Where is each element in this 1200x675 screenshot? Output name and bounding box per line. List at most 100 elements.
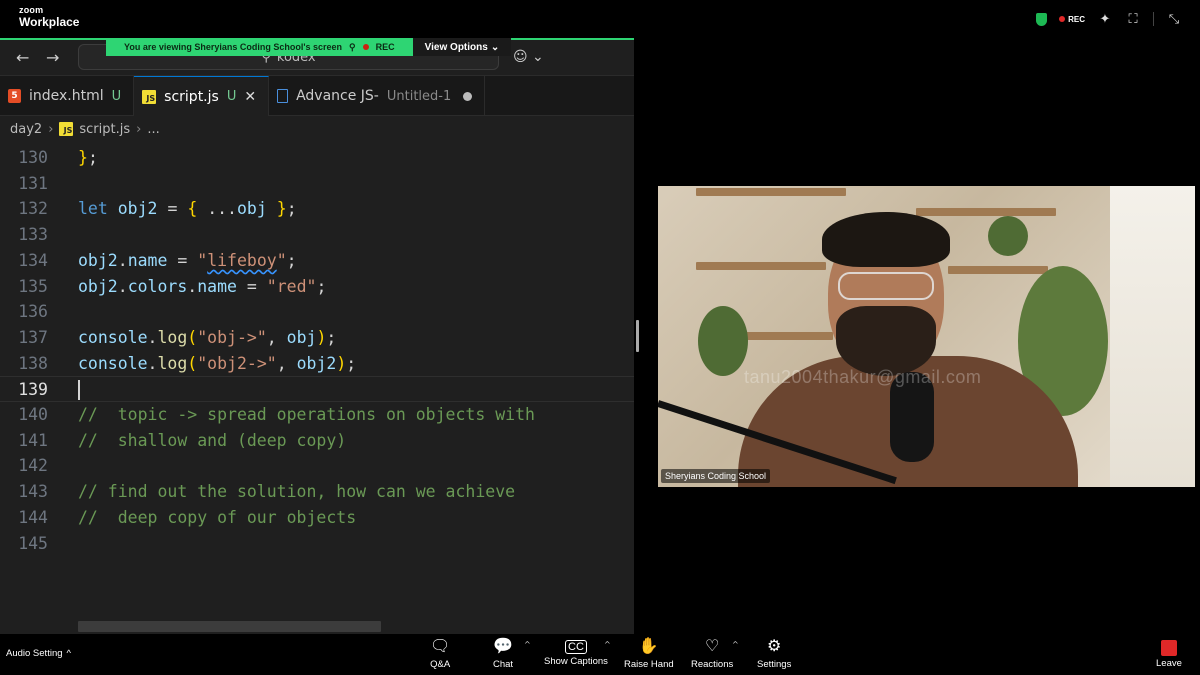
breadcrumb-folder[interactable]: day2: [10, 122, 42, 137]
code-line[interactable]: 140 // topic -> spread operations on obje…: [0, 402, 634, 428]
line-number: 139: [18, 380, 48, 400]
banner-rec-label: REC: [375, 42, 395, 52]
horizontal-scrollbar[interactable]: [78, 621, 381, 632]
chat-button[interactable]: 💬 Chat: [493, 637, 513, 670]
code-line[interactable]: 141 // shallow and (deep copy): [0, 428, 634, 454]
participant-video[interactable]: tanu2004thakur@gmail.com Sheryians Codin…: [658, 186, 1195, 487]
line-number: 135: [18, 276, 48, 296]
html-file-icon: 5: [8, 89, 21, 103]
layout-icon[interactable]: ⛶: [1125, 12, 1141, 27]
plant: [988, 216, 1028, 256]
code-line[interactable]: 138 console.log("obj2->", obj2);: [0, 351, 634, 377]
chevron-down-icon: ⌄: [490, 41, 500, 53]
code-text: console.log("obj2->", obj2);: [78, 353, 357, 373]
shield-icon[interactable]: [1036, 12, 1048, 26]
js-file-icon: JS: [142, 89, 157, 104]
line-number: 133: [18, 225, 48, 245]
code-text: let obj2 = { ...obj };: [78, 199, 297, 219]
chevron-up-icon[interactable]: ^: [604, 640, 611, 649]
viewing-text: You are viewing Sheryians Coding School'…: [124, 42, 343, 52]
forward-arrow-icon[interactable]: →: [46, 48, 59, 67]
back-arrow-icon[interactable]: ←: [16, 48, 29, 67]
chat-label: Chat: [493, 659, 514, 670]
line-number: 136: [18, 302, 48, 322]
line-number: 140: [18, 405, 48, 424]
code-line[interactable]: 132 let obj2 = { ...obj };: [0, 196, 634, 222]
tab-index-html[interactable]: 5 index.html U: [0, 76, 135, 116]
code-line[interactable]: 139: [0, 376, 634, 402]
line-number: 134: [18, 250, 48, 270]
breadcrumb-more[interactable]: ...: [147, 122, 159, 137]
shelf: [916, 208, 1056, 216]
vertical-scrollbar[interactable]: [636, 320, 639, 352]
tab-untitled[interactable]: Advance JS- Untitled-1: [269, 76, 486, 116]
chevron-up-icon[interactable]: ^: [524, 640, 531, 649]
tab-label: Advance JS-: [296, 88, 379, 104]
unsaved-dot-icon[interactable]: [463, 91, 473, 101]
brand-large: Workplace: [19, 15, 80, 29]
code-line[interactable]: 134 obj2.name = "lifeboy";: [0, 248, 634, 274]
code-line[interactable]: 145: [0, 531, 634, 557]
plant: [698, 306, 748, 376]
code-line[interactable]: 142: [0, 453, 634, 479]
tab-script-js[interactable]: JS script.js U ✕: [134, 76, 270, 116]
zoom-logo: zoom Workplace: [19, 6, 80, 29]
code-line[interactable]: 144 // deep copy of our objects: [0, 505, 634, 531]
meeting-toolbar: Audio Setting ^ 🗨 Q&A 💬 Chat ^ CC Show C…: [0, 634, 1200, 675]
leave-button[interactable]: Leave: [1156, 637, 1182, 669]
js-file-icon: JS: [59, 122, 74, 136]
leave-icon: [1160, 640, 1177, 656]
raise-hand-button[interactable]: ✋ Raise Hand: [624, 637, 674, 670]
shelf: [696, 262, 826, 270]
tab-status: U: [226, 89, 237, 104]
close-icon[interactable]: ✕: [244, 89, 256, 105]
code-text: // topic -> spread operations on objects…: [78, 405, 535, 424]
show-captions-button[interactable]: CC Show Captions: [544, 637, 608, 667]
zoom-top-bar: zoom Workplace REC ✦ ⛶ ⤡: [0, 0, 1200, 38]
tab-label: script.js: [164, 88, 219, 105]
shelf: [696, 188, 846, 196]
settings-button[interactable]: ⚙ Settings: [757, 637, 791, 670]
code-line[interactable]: 135 obj2.colors.name = "red";: [0, 274, 634, 300]
window: [1110, 186, 1195, 487]
qa-label: Q&A: [430, 659, 451, 670]
editor-tabs: 5 index.html U JS script.js U ✕ Advance …: [0, 76, 634, 116]
shared-screen: ← → ⚲ kodex ☺ ⌄ 5 index.html U JS script…: [0, 38, 634, 634]
line-number: 131: [18, 173, 48, 193]
code-editor[interactable]: 130}; 131 132 let obj2 = { ...obj }; 133 134 o…: [0, 142, 634, 596]
code-line[interactable]: 131: [0, 171, 634, 197]
hand-icon: ✋: [638, 638, 659, 655]
cc-icon: CC: [565, 640, 587, 654]
gear-icon: ⚙: [766, 638, 782, 655]
code-line[interactable]: 143 // find out the solution, how can we …: [0, 479, 634, 505]
line-number: 141: [18, 430, 48, 450]
record-dot-icon: [362, 44, 369, 50]
recording-indicator[interactable]: REC: [1059, 15, 1085, 24]
code-line[interactable]: 136: [0, 299, 634, 325]
line-number: 137: [18, 327, 48, 347]
record-dot-icon: [1059, 16, 1066, 22]
qa-button[interactable]: 🗨 Q&A: [430, 637, 450, 670]
tab-status: U: [111, 88, 122, 104]
breadcrumb-file[interactable]: script.js: [79, 122, 130, 137]
copilot-icon[interactable]: ☺ ⌄: [513, 49, 544, 65]
settings-label: Settings: [757, 659, 792, 670]
reactions-button[interactable]: ♡ Reactions: [691, 637, 733, 670]
chevron-right-icon: ›: [136, 121, 142, 137]
sparkle-icon[interactable]: ✦: [1097, 12, 1113, 27]
chevron-up-icon: ^: [66, 648, 71, 659]
chevron-up-icon[interactable]: ^: [732, 640, 739, 649]
code-line[interactable]: 137 console.log("obj->", obj);: [0, 325, 634, 351]
person-hair: [822, 212, 950, 267]
code-line[interactable]: 130};: [0, 145, 634, 171]
person-beard: [836, 306, 936, 376]
audio-setting-button[interactable]: Audio Setting ^: [6, 648, 71, 659]
code-text: // find out the solution, how can we ach…: [78, 482, 516, 502]
share-banner: You are viewing Sheryians Coding School'…: [106, 38, 512, 56]
code-text: };: [78, 148, 98, 167]
minimize-icon[interactable]: ⤡: [1166, 12, 1182, 27]
code-line[interactable]: 133: [0, 222, 634, 248]
view-options-label: View Options: [424, 41, 488, 53]
code-text: obj2.name = "lifeboy";: [78, 250, 297, 270]
view-options-button[interactable]: View Options ⌄: [412, 38, 512, 56]
